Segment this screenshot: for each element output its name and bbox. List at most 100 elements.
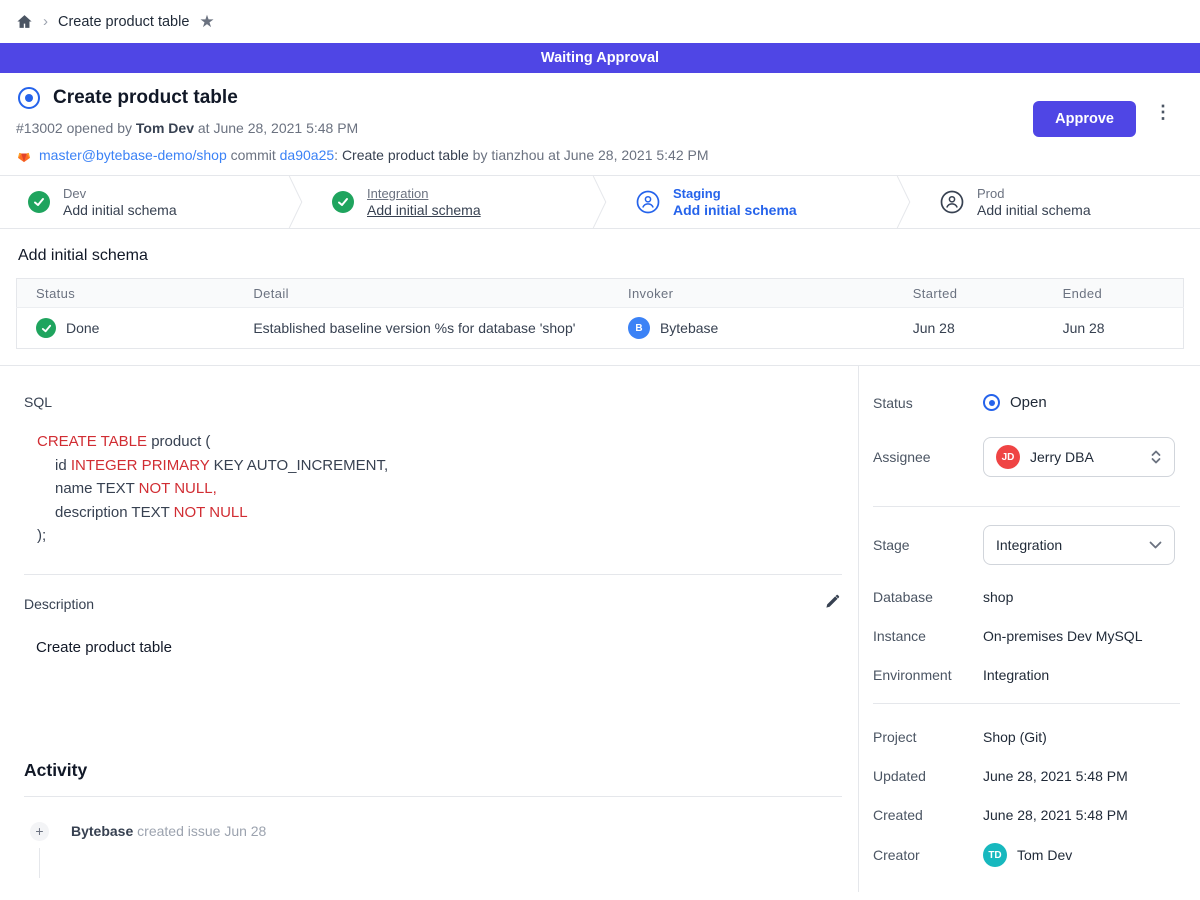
- activity-plus-icon: +: [30, 822, 49, 841]
- database-value: shop: [983, 589, 1013, 605]
- branch-repo-link[interactable]: master@bytebase-demo/shop: [39, 147, 227, 163]
- sidebar-environment-row: Environment Integration: [873, 667, 1180, 683]
- section-divider: [24, 574, 842, 575]
- timeline-connector: [39, 848, 40, 878]
- issue-author: Tom Dev: [136, 120, 194, 136]
- sql-panel-label: SQL: [24, 394, 842, 410]
- task-done-check-icon: [36, 318, 56, 338]
- issue-body-panel: SQL CREATE TABLE product ( id INTEGER PR…: [0, 366, 858, 892]
- project-label: Project: [873, 729, 983, 745]
- creator-value: Tom Dev: [1017, 847, 1072, 863]
- stage-separator-chevron: [896, 176, 912, 228]
- environment-value: Integration: [983, 667, 1049, 683]
- stage-pending-person-icon: [636, 190, 660, 214]
- project-value: Shop (Git): [983, 729, 1047, 745]
- table-header-row: Status Detail Invoker Started Ended: [17, 279, 1184, 308]
- issue-meta: #13002 opened by Tom Dev at June 28, 202…: [16, 120, 709, 136]
- environment-label: Environment: [873, 667, 983, 683]
- assignee-avatar: JD: [996, 445, 1020, 469]
- sql-line: id INTEGER PRIMARY KEY AUTO_INCREMENT,: [37, 454, 842, 478]
- issue-header: Create product table #13002 opened by To…: [0, 73, 1200, 175]
- pipeline-stage-prod[interactable]: ProdAdd initial schema: [912, 176, 1200, 228]
- stage-task-label: Add initial schema: [977, 202, 1091, 218]
- pipeline-stage-staging[interactable]: StagingAdd initial schema: [608, 176, 896, 228]
- sidebar-status-row: Status Open: [873, 394, 1180, 411]
- task-started: Jun 28: [913, 308, 1063, 349]
- assignee-label: Assignee: [873, 449, 983, 465]
- sidebar-database-row: Database shop: [873, 589, 1180, 605]
- activity-divider: [24, 796, 842, 797]
- sidebar-updated-row: Updated June 28, 2021 5:48 PM: [873, 768, 1180, 784]
- favorite-star-icon[interactable]: ★: [199, 12, 214, 32]
- pipeline-stage-dev[interactable]: DevAdd initial schema: [0, 176, 288, 228]
- sql-line: name TEXT NOT NULL,: [37, 477, 842, 501]
- bytebase-avatar: B: [628, 317, 650, 339]
- col-started: Started: [913, 279, 1063, 308]
- stage-env-label: Staging: [673, 186, 797, 201]
- stage-env-label: Dev: [63, 186, 177, 201]
- col-detail: Detail: [253, 279, 628, 308]
- breadcrumb: › Create product table ★: [0, 0, 1200, 43]
- sidebar-project-row: Project Shop (Git): [873, 729, 1180, 745]
- stage-separator-chevron: [592, 176, 608, 228]
- stage-select[interactable]: Integration: [983, 525, 1175, 565]
- task-detail: Established baseline version %s for data…: [253, 308, 628, 349]
- more-actions-icon[interactable]: ⋮: [1150, 101, 1176, 123]
- status-value: Open: [1010, 394, 1047, 411]
- breadcrumb-chevron-icon: ›: [43, 13, 48, 30]
- breadcrumb-current-page: Create product table: [58, 14, 189, 30]
- gitlab-icon: [16, 148, 32, 163]
- activity-item: + Bytebase created issue Jun 28: [24, 822, 842, 841]
- instance-label: Instance: [873, 628, 983, 644]
- sql-line: CREATE TABLE product (: [37, 430, 842, 454]
- issue-id: #13002: [16, 120, 63, 136]
- stage-env-label: Integration: [367, 186, 481, 201]
- task-table: Status Detail Invoker Started Ended Done…: [16, 278, 1184, 349]
- stage-done-check-icon: [332, 191, 354, 213]
- down-chevron-icon: [1149, 541, 1162, 549]
- creator-avatar: TD: [983, 843, 1007, 867]
- instance-value: On-premises Dev MySQL: [983, 628, 1142, 644]
- pipeline: DevAdd initial schema IntegrationAdd ini…: [0, 175, 1200, 229]
- approve-button[interactable]: Approve: [1033, 101, 1136, 137]
- created-value: June 28, 2021 5:48 PM: [983, 807, 1128, 823]
- sidebar-instance-row: Instance On-premises Dev MySQL: [873, 628, 1180, 644]
- commit-text: master@bytebase-demo/shop commit da90a25…: [39, 147, 709, 163]
- stage-done-check-icon: [28, 191, 50, 213]
- commit-hash-link[interactable]: da90a25: [280, 147, 335, 163]
- sql-line: description TEXT NOT NULL: [37, 501, 842, 525]
- table-row[interactable]: Done Established baseline version %s for…: [17, 308, 1184, 349]
- sql-line: );: [37, 524, 842, 548]
- sidebar-created-row: Created June 28, 2021 5:48 PM: [873, 807, 1180, 823]
- commit-message: Create product table: [342, 147, 469, 163]
- activity-action: created issue Jun 28: [133, 823, 266, 839]
- home-icon[interactable]: [16, 13, 33, 30]
- database-label: Database: [873, 589, 983, 605]
- sidebar-stage-row: Stage Integration: [873, 525, 1180, 565]
- status-open-icon: [983, 394, 1000, 411]
- sidebar-creator-row: Creator TDTom Dev: [873, 843, 1180, 867]
- created-label: Created: [873, 807, 983, 823]
- edit-description-pencil-icon[interactable]: [822, 592, 842, 617]
- stage-task-label: Add initial schema: [367, 202, 481, 218]
- task-section: Add initial schema Status Detail Invoker…: [0, 229, 1200, 365]
- waiting-approval-banner: Waiting Approval: [0, 43, 1200, 73]
- task-ended: Jun 28: [1063, 308, 1184, 349]
- stage-separator-chevron: [288, 176, 304, 228]
- activity-title: Activity: [24, 760, 842, 781]
- issue-open-status-icon: [18, 87, 40, 109]
- sidebar-assignee-row: Assignee JD Jerry DBA: [873, 437, 1180, 477]
- description-content: Create product table: [36, 639, 842, 656]
- stage-task-label: Add initial schema: [63, 202, 177, 218]
- sql-code-block: CREATE TABLE product ( id INTEGER PRIMAR…: [37, 430, 842, 548]
- page-title: Create product table: [53, 87, 238, 109]
- pipeline-stage-integration[interactable]: IntegrationAdd initial schema: [304, 176, 592, 228]
- issue-sidebar: Status Open Assignee JD Jerry DBA Stage …: [858, 366, 1200, 892]
- updated-label: Updated: [873, 768, 983, 784]
- assignee-value: Jerry DBA: [1030, 449, 1140, 465]
- sidebar-divider: [873, 506, 1180, 507]
- col-status: Status: [17, 279, 254, 308]
- stage-task-label: Add initial schema: [673, 202, 797, 218]
- assignee-select[interactable]: JD Jerry DBA: [983, 437, 1175, 477]
- task-section-title: Add initial schema: [16, 247, 1184, 265]
